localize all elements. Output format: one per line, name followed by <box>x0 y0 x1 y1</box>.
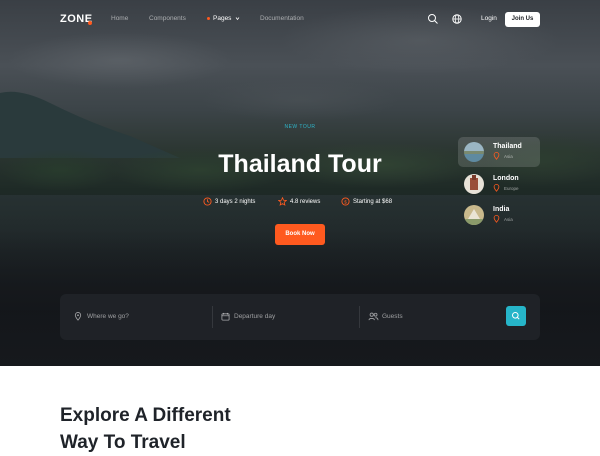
where-placeholder: Where we go? <box>87 313 129 320</box>
join-button[interactable]: Join Us <box>505 12 540 27</box>
destination-location: Europe <box>504 186 519 191</box>
destination-london[interactable]: London Europe <box>458 169 540 199</box>
location-pin-icon <box>74 312 82 321</box>
destination-india[interactable]: India Asia <box>458 200 540 230</box>
pages-active-dot <box>207 16 210 20</box>
destination-name: London <box>493 175 519 182</box>
guests-placeholder: Guests <box>382 313 403 320</box>
nav-pages-label: Pages <box>213 15 232 22</box>
destination-thumbnail <box>464 142 484 162</box>
destination-name: India <box>493 206 510 213</box>
guests-field[interactable]: Guests <box>360 294 500 340</box>
users-icon <box>368 312 379 321</box>
dollar-icon: $ <box>341 197 350 206</box>
destination-thumbnail <box>464 205 484 225</box>
destination-name: Thailand <box>493 143 522 150</box>
section-heading: Explore A Different Way To Travel <box>60 402 231 456</box>
calendar-icon <box>221 312 230 321</box>
section-heading-line2: Way To Travel <box>60 432 186 453</box>
star-icon <box>278 197 287 206</box>
meta-price: $ Starting at $68 <box>341 197 393 206</box>
globe-icon[interactable] <box>451 13 463 25</box>
meta-reviews-text: 4.8 reviews <box>290 199 321 205</box>
clock-icon <box>203 197 212 206</box>
meta-duration: 3 days 2 nights <box>203 197 256 206</box>
hero-kicker: NEW TOUR <box>284 124 316 130</box>
destination-location: Asia <box>504 217 513 222</box>
nav-components[interactable]: Components <box>149 15 186 22</box>
top-nav: ZONE Home Components Pages Documentation… <box>0 0 600 40</box>
logo-dot <box>88 21 92 25</box>
search-bar: Where we go? Departure day Guests <box>60 294 540 340</box>
chevron-down-icon <box>235 17 240 20</box>
departure-placeholder: Departure day <box>234 313 276 320</box>
section-heading-line1: Explore A Different <box>60 405 231 426</box>
meta-price-text: Starting at $68 <box>353 199 393 205</box>
search-icon[interactable] <box>427 13 439 25</box>
meta-reviews: 4.8 reviews <box>278 197 321 206</box>
search-icon <box>512 312 520 320</box>
location-pin-icon <box>493 184 500 192</box>
departure-field[interactable]: Departure day <box>213 294 359 340</box>
nav-documentation[interactable]: Documentation <box>260 15 304 22</box>
destination-thailand[interactable]: Thailand Asia <box>458 137 540 167</box>
search-submit-button[interactable] <box>506 306 526 326</box>
nav-home[interactable]: Home <box>111 15 128 22</box>
location-pin-icon <box>493 152 500 160</box>
location-pin-icon <box>493 215 500 223</box>
destination-thumbnail <box>464 174 484 194</box>
book-now-button[interactable]: Book Now <box>275 224 325 245</box>
nav-pages[interactable]: Pages <box>207 15 240 22</box>
meta-duration-text: 3 days 2 nights <box>215 199 256 205</box>
destination-location: Asia <box>504 154 513 159</box>
where-field[interactable]: Where we go? <box>60 294 212 340</box>
login-link[interactable]: Login <box>481 15 497 22</box>
hero-section: ZONE Home Components Pages Documentation… <box>0 0 600 366</box>
svg-text:$: $ <box>344 199 347 205</box>
